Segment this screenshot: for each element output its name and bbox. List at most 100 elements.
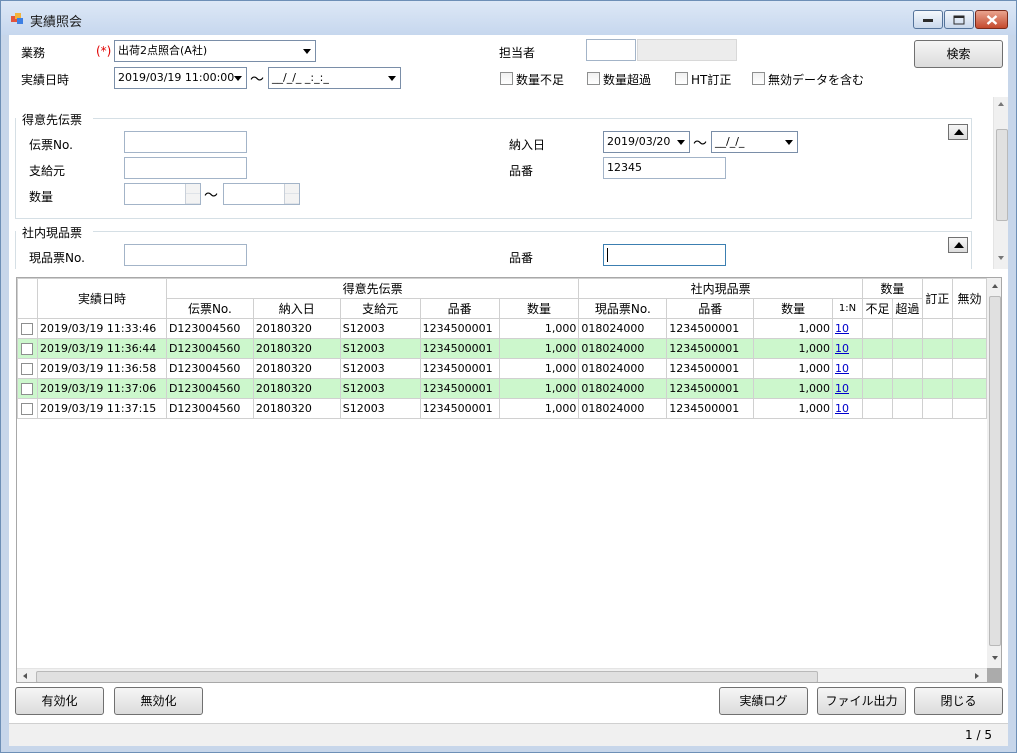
row-checkbox[interactable] [21,363,34,375]
minimize-button[interactable] [913,10,943,29]
cell-supplier: S12003 [339,338,421,359]
ratio-link[interactable]: 10 [835,382,849,395]
result-log-button[interactable]: 実績ログ [719,687,808,715]
delivery-to-picker[interactable]: __/_/_ [711,131,798,153]
cell-part: 1234500001 [419,338,500,359]
checkbox-shortage-label: 数量不足 [516,73,565,87]
internal-part-input[interactable] [603,244,726,266]
business-select[interactable]: 出荷2点照合(A社) [114,40,316,62]
cell-correction [921,358,953,379]
header-internal-slip-no[interactable]: 現品票No. [578,298,668,319]
results-grid: 実績日時 得意先伝票 社内現品票 数量 訂正 無効 伝票No. 納入日 支給元 … [16,277,1002,683]
criteria-scrollbar[interactable] [993,97,1008,269]
cell-correction [921,398,953,419]
spin-buttons[interactable] [284,184,299,204]
scroll-left-icon[interactable] [23,673,27,679]
row-checkbox[interactable] [21,383,34,395]
disable-button[interactable]: 無効化 [114,687,203,715]
header-part[interactable]: 品番 [419,298,500,319]
required-mark: (*) [96,44,112,58]
row-checkbox[interactable] [21,343,34,355]
close-window-button[interactable] [975,10,1008,29]
cell-correction [921,338,953,359]
spin-buttons[interactable] [185,184,200,204]
header-shortage[interactable]: 不足 [861,298,893,319]
cell-internal-slip-no: 018024000 [578,398,668,419]
scroll-down-icon[interactable] [992,656,998,660]
staff-code-input[interactable] [586,39,636,61]
cell-correction [921,378,953,399]
close-button[interactable]: 閉じる [914,687,1003,715]
header-invalid[interactable]: 無効 [951,278,988,319]
internal-slip-no-label: 現品票No. [29,251,85,265]
ratio-link[interactable]: 10 [835,402,849,415]
scrollbar-thumb[interactable] [989,296,1001,646]
supplier-input[interactable] [124,157,247,179]
scroll-right-icon[interactable] [975,673,979,679]
checkbox-excess[interactable] [587,72,600,85]
cell-qty: 1,000 [498,398,580,419]
business-select-value: 出荷2点照合(A社) [118,44,208,57]
maximize-button[interactable] [944,10,974,29]
scrollbar-thumb[interactable] [996,129,1008,221]
header-internal-qty[interactable]: 数量 [753,298,833,319]
header-supplier[interactable]: 支給元 [339,298,421,319]
quantity-from-stepper[interactable] [124,183,201,205]
slip-no-label: 伝票No. [29,138,73,152]
internal-slip-no-input[interactable] [124,244,247,266]
checkbox-ht-correction[interactable] [675,72,688,85]
header-slip-no[interactable]: 伝票No. [165,298,254,319]
scroll-up-icon[interactable] [992,284,998,288]
table-row[interactable]: 2019/03/19 11:36:44 D123004560 20180320 S12… [17,338,988,359]
row-checkbox[interactable] [21,403,34,415]
enable-button[interactable]: 有効化 [15,687,104,715]
scrollbar-thumb[interactable] [36,671,818,682]
scroll-up-icon[interactable] [998,102,1004,106]
cell-shortage [861,378,893,399]
header-qty[interactable]: 数量 [498,298,580,319]
ratio-link[interactable]: 10 [835,362,849,375]
collapse-customer-slip-button[interactable] [948,124,968,140]
date-from-picker[interactable]: 2019/03/19 11:00:00 [114,67,247,89]
table-row[interactable]: 2019/03/19 11:37:06 D123004560 20180320 S12… [17,378,988,399]
header-excess[interactable]: 超過 [891,298,923,319]
row-checkbox[interactable] [21,323,34,335]
file-export-button[interactable]: ファイル出力 [817,687,906,715]
date-to-picker[interactable]: __/_/_ _:_:_ [268,67,401,89]
cell-select [17,398,38,419]
range-tilde: 〜 [204,188,218,204]
window-title: 実績照会 [30,15,83,30]
part-input[interactable]: 12345 [603,157,726,179]
ratio-link[interactable]: 10 [835,322,849,335]
cell-slip-no: D123004560 [165,318,254,339]
search-button[interactable]: 検索 [914,40,1003,68]
grid-horizontal-scrollbar[interactable] [17,668,987,682]
cell-excess [891,358,923,379]
checkbox-shortage[interactable] [500,72,513,85]
chevron-down-icon [303,49,311,54]
cell-internal-slip-no: 018024000 [578,318,668,339]
header-ratio[interactable]: 1:N [832,298,863,319]
header-delivery[interactable]: 納入日 [252,298,341,319]
cell-slip-no: D123004560 [165,338,254,359]
header-datetime[interactable]: 実績日時 [36,278,167,319]
cell-ratio: 10 [832,398,863,419]
ratio-link[interactable]: 10 [835,342,849,355]
delivery-from-picker[interactable]: 2019/03/20 [603,131,690,153]
cell-supplier: S12003 [339,398,421,419]
scroll-down-icon[interactable] [998,256,1004,260]
quantity-to-stepper[interactable] [223,183,300,205]
collapse-internal-slip-button[interactable] [948,237,968,253]
header-internal-part[interactable]: 品番 [666,298,755,319]
supplier-label: 支給元 [29,164,66,178]
header-correction[interactable]: 訂正 [921,278,953,319]
delivery-label: 納入日 [509,138,546,152]
table-row[interactable]: 2019/03/19 11:33:46 D123004560 20180320 S12… [17,318,988,339]
grid-vertical-scrollbar[interactable] [987,278,1001,668]
checkbox-include-invalid[interactable] [752,72,765,85]
criteria-panel: 得意先伝票 伝票No. 支給元 数量 〜 納入日 2019/03/20 〜 __… [9,97,1008,269]
slip-no-input[interactable] [124,131,247,153]
cell-internal-qty: 1,000 [753,398,833,419]
table-row[interactable]: 2019/03/19 11:37:15 D123004560 20180320 S12… [17,398,988,419]
table-row[interactable]: 2019/03/19 11:36:58 D123004560 20180320 S12… [17,358,988,379]
